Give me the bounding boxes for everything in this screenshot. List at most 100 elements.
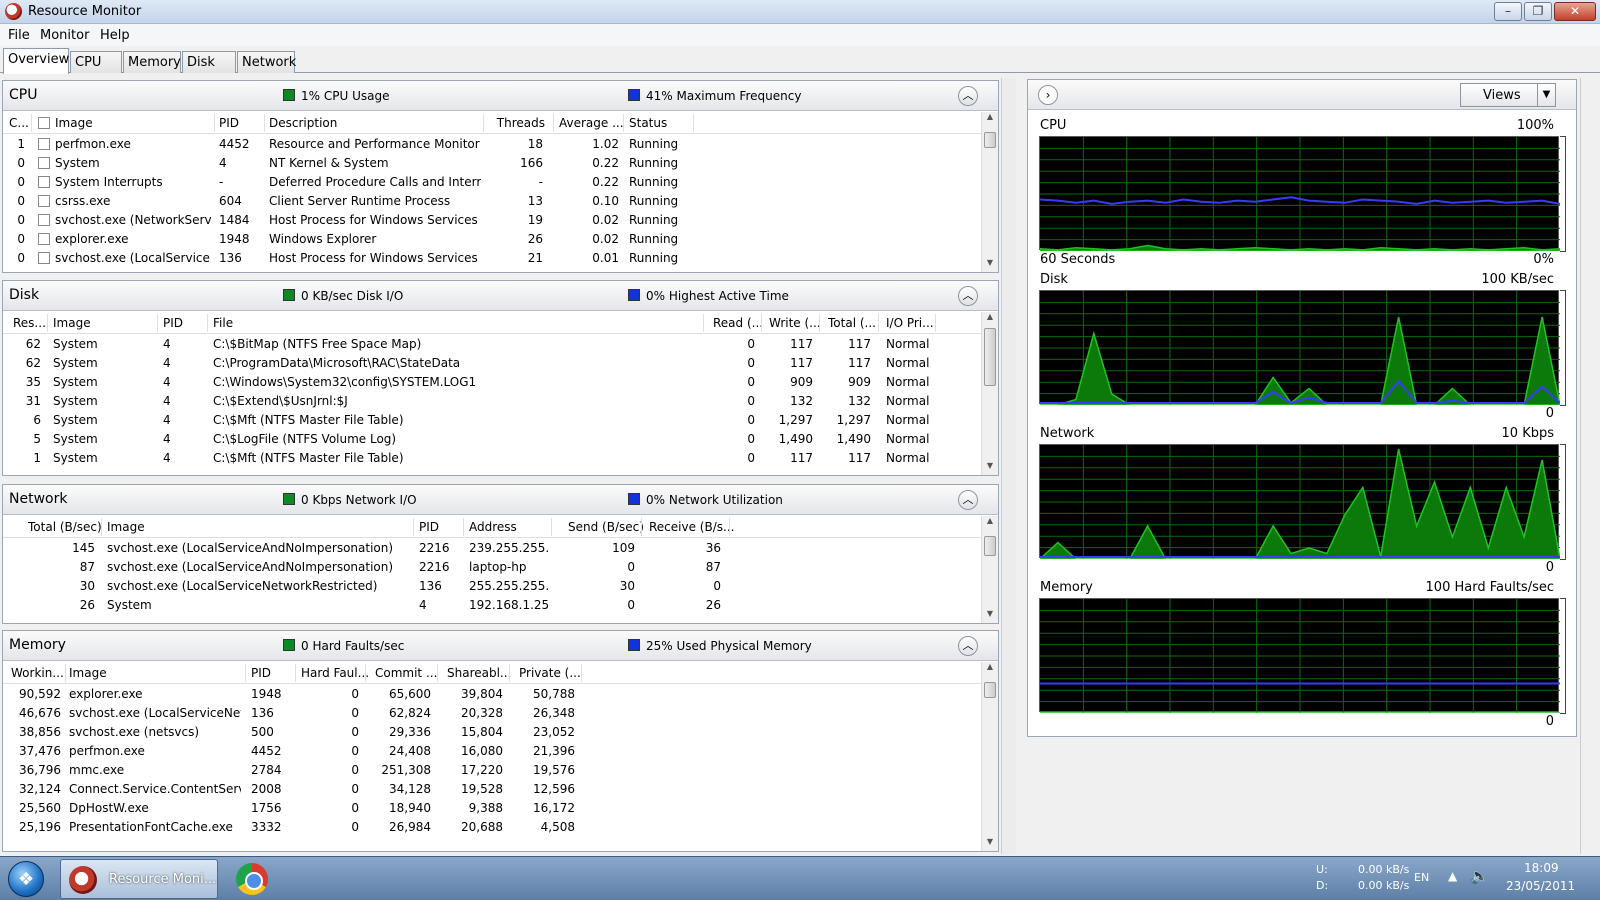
table-row[interactable]: 0 explorer.exe 1948 Windows Explorer 26 0.02 R…: [3, 230, 983, 249]
row-checkbox[interactable]: [38, 195, 50, 207]
col-read[interactable]: Read (...: [713, 316, 763, 330]
maximize-button[interactable]: ❐: [1524, 2, 1552, 21]
minimize-button[interactable]: –: [1494, 2, 1522, 21]
cpu-section-header[interactable]: CPU 1% CPU Usage 41% Maximum Frequency ︿: [3, 81, 998, 111]
row-checkbox[interactable]: [38, 176, 50, 188]
disk-scrollbar[interactable]: ▲ ▼: [981, 312, 998, 475]
col-receive[interactable]: Receive (B/s...: [649, 520, 734, 534]
col-average[interactable]: Average ...: [559, 116, 624, 130]
table-row[interactable]: 38,856 svchost.exe (netsvcs) 500 0 29,336 15,…: [3, 723, 983, 742]
table-row[interactable]: 26 System 4 192.168.1.255 0 26: [3, 596, 983, 615]
cpu-scrollbar[interactable]: ▲ ▼: [981, 112, 998, 272]
col-send[interactable]: Send (B/sec): [568, 520, 644, 534]
table-row[interactable]: 46,676 svchost.exe (LocalServiceNetw... 13…: [3, 704, 983, 723]
col-image[interactable]: Image: [53, 316, 91, 330]
select-all-checkbox[interactable]: [38, 117, 50, 129]
views-dropdown[interactable]: Views ▼: [1460, 83, 1556, 107]
col-image[interactable]: Image: [55, 116, 93, 130]
volume-icon[interactable]: 🔈: [1470, 867, 1489, 885]
col-pid[interactable]: PID: [251, 666, 271, 680]
row-checkbox[interactable]: [38, 252, 50, 264]
table-row[interactable]: 0 System 4 NT Kernel & System 166 0.22 Running: [3, 154, 983, 173]
table-row[interactable]: 62 System 4 C:\$BitMap (NTFS Free Space Map…: [3, 335, 983, 354]
tab-disk[interactable]: Disk: [182, 51, 236, 73]
col-shareable[interactable]: Shareabl...: [447, 666, 511, 680]
col-total[interactable]: Total (...: [828, 316, 876, 330]
menu-help[interactable]: Help: [100, 28, 130, 43]
collapse-network-icon[interactable]: ︿: [958, 490, 978, 510]
tab-memory[interactable]: Memory: [123, 51, 181, 73]
chrome-icon[interactable]: [236, 863, 268, 895]
table-row[interactable]: 37,476 perfmon.exe 4452 0 24,408 16,080 21,396: [3, 742, 983, 761]
table-row[interactable]: 5 System 4 C:\$LogFile (NTFS Volume Log) 0 1,…: [3, 430, 983, 449]
col-working-set[interactable]: Workin...: [11, 666, 64, 680]
menu-file[interactable]: File: [8, 28, 30, 43]
table-row[interactable]: 1 System 4 C:\$Mft (NTFS Master File Table)…: [3, 449, 983, 468]
col-commit[interactable]: Commit ...: [375, 666, 437, 680]
col-image[interactable]: Image: [69, 666, 107, 680]
col-private[interactable]: Private (...: [519, 666, 581, 680]
start-button[interactable]: ❖: [8, 861, 44, 897]
memory-section-header[interactable]: Memory 0 Hard Faults/sec 25% Used Physic…: [3, 631, 998, 661]
table-row[interactable]: 25,196 PresentationFontCache.exe 3332 0 26,9…: [3, 818, 983, 837]
graph-pane-scrollbar[interactable]: [1580, 78, 1596, 854]
table-row[interactable]: 6 System 4 C:\$Mft (NTFS Master File Table)…: [3, 411, 983, 430]
table-row[interactable]: 87 svchost.exe (LocalServiceAndNoImperson…: [3, 558, 983, 577]
tab-cpu[interactable]: CPU: [70, 51, 122, 73]
col-pid[interactable]: PID: [163, 316, 183, 330]
row-checkbox[interactable]: [38, 233, 50, 245]
table-row[interactable]: 35 System 4 C:\Windows\System32\config\SYST…: [3, 373, 983, 392]
table-row[interactable]: 32,124 Connect.Service.ContentServic... 20…: [3, 780, 983, 799]
table-row[interactable]: 90,592 explorer.exe 1948 0 65,600 39,804 50,78…: [3, 685, 983, 704]
tab-overview[interactable]: Overview: [3, 48, 69, 74]
table-row[interactable]: 0 svchost.exe (LocalServiceN... 136 Host Pr…: [3, 249, 983, 268]
col-pid[interactable]: PID: [419, 520, 439, 534]
col-threads[interactable]: Threads: [493, 116, 545, 130]
col-write[interactable]: Write (...: [769, 316, 821, 330]
menu-monitor[interactable]: Monitor: [40, 28, 89, 43]
table-row[interactable]: 0 System Interrupts - Deferred Procedure Ca…: [3, 173, 983, 192]
collapse-cpu-icon[interactable]: ︿: [958, 86, 978, 106]
language-indicator[interactable]: EN: [1414, 871, 1429, 884]
table-row[interactable]: 0 csrss.exe 604 Client Server Runtime Proce…: [3, 192, 983, 211]
show-hidden-icons-icon[interactable]: ▲: [1448, 869, 1457, 883]
row-checkbox[interactable]: [38, 214, 50, 226]
table-row[interactable]: 30 svchost.exe (LocalServiceNetworkRestri…: [3, 577, 983, 596]
expand-arrow-icon[interactable]: ›: [1038, 85, 1058, 105]
col-file[interactable]: File: [213, 316, 233, 330]
row-checkbox[interactable]: [38, 138, 50, 150]
col-image[interactable]: Image: [107, 520, 145, 534]
clock-date[interactable]: 23/05/2011: [1506, 879, 1575, 893]
col-address[interactable]: Address: [469, 520, 517, 534]
col-hard-faults[interactable]: Hard Faul...: [301, 666, 369, 680]
table-row[interactable]: 145 svchost.exe (LocalServiceAndNoImperso…: [3, 539, 983, 558]
table-cell: 4: [219, 156, 227, 170]
clock-time[interactable]: 18:09: [1524, 861, 1559, 875]
col-pid[interactable]: PID: [219, 116, 239, 130]
table-row[interactable]: 36,796 mmc.exe 2784 0 251,308 17,220 19,576: [3, 761, 983, 780]
close-button[interactable]: ✕: [1554, 2, 1596, 21]
table-cell: 0: [351, 782, 359, 796]
row-checkbox[interactable]: [38, 157, 50, 169]
table-row[interactable]: 25,560 DpHostW.exe 1756 0 18,940 9,388 16,172: [3, 799, 983, 818]
disk-section-header[interactable]: Disk 0 KB/sec Disk I/O 0% Highest Active…: [3, 281, 998, 311]
table-cell: 19: [527, 213, 543, 227]
table-row[interactable]: 62 System 4 C:\ProgramData\Microsoft\RAC\St…: [3, 354, 983, 373]
col-description[interactable]: Description: [269, 116, 337, 130]
col-response[interactable]: Res...: [13, 316, 46, 330]
col-cpu[interactable]: C...: [9, 116, 29, 130]
table-row[interactable]: 31 System 4 C:\$Extend\$UsnJrnl:$J 0 132 132 No…: [3, 392, 983, 411]
table-row[interactable]: 0 svchost.exe (NetworkService) 1484 Host Pr…: [3, 211, 983, 230]
col-io-priority[interactable]: I/O Pri...: [886, 316, 934, 330]
tab-network[interactable]: Network: [237, 51, 296, 73]
network-section-header[interactable]: Network 0 Kbps Network I/O 0% Network Ut…: [3, 485, 998, 515]
taskbar-resource-monitor[interactable]: Resource Moni...: [60, 859, 218, 899]
memory-scrollbar[interactable]: ▲ ▼: [981, 662, 998, 851]
col-total[interactable]: Total (B/sec): [28, 520, 102, 534]
network-scrollbar[interactable]: ▲ ▼: [981, 516, 998, 623]
left-pane-scrollbar[interactable]: [1001, 78, 1016, 854]
collapse-disk-icon[interactable]: ︿: [958, 286, 978, 306]
collapse-memory-icon[interactable]: ︿: [958, 636, 978, 656]
col-status[interactable]: Status: [629, 116, 667, 130]
table-row[interactable]: 1 perfmon.exe 4452 Resource and Performance…: [3, 135, 983, 154]
